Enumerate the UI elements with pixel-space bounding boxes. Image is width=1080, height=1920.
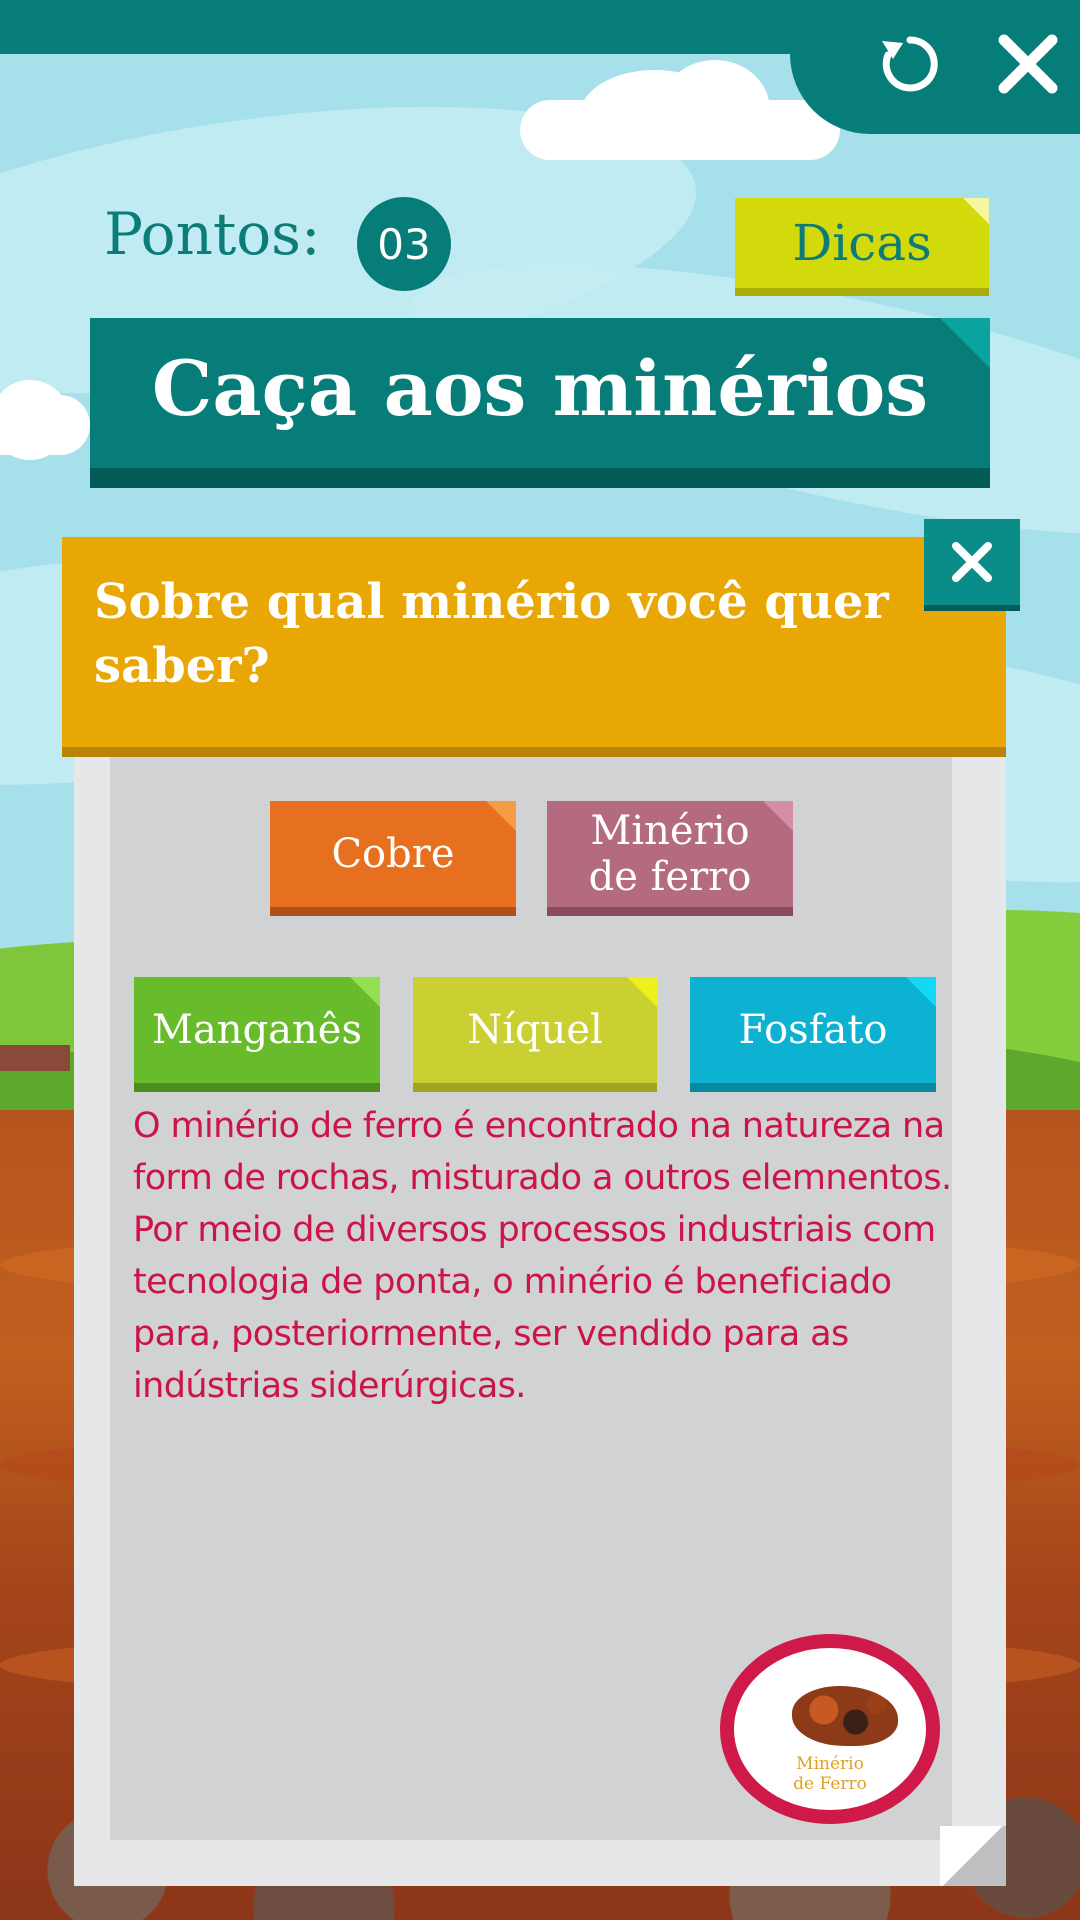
option-manganes-button[interactable]: Manganês <box>134 977 380 1083</box>
option-niquel-button[interactable]: Níquel <box>413 977 657 1083</box>
selected-mineral-label-line1: Minério <box>796 1754 864 1774</box>
mine-cart <box>30 1045 70 1071</box>
close-icon[interactable] <box>988 24 1068 104</box>
iron-ore-rock-icon <box>792 1686 898 1746</box>
selected-mineral-label: Minério de Ferro <box>734 1754 926 1794</box>
paper-fold <box>940 1826 1006 1886</box>
page-title: Caça aos minérios <box>151 343 929 433</box>
option-cobre-button[interactable]: Cobre <box>270 801 516 907</box>
question-text: Sobre qual minério você quer saber? <box>94 574 889 694</box>
restart-icon[interactable] <box>870 24 950 104</box>
mineral-description: O minério de ferro é encontrado na natur… <box>133 1106 952 1406</box>
title-banner: Caça aos minérios <box>90 318 990 468</box>
top-bar-actions <box>790 0 1080 134</box>
option-minerio-de-ferro-button[interactable]: Minério de ferro <box>547 801 793 907</box>
cloud <box>660 60 770 160</box>
option-fosfato-button[interactable]: Fosfato <box>690 977 936 1083</box>
option-minerio-de-ferro-label: Minério de ferro <box>588 808 752 900</box>
hints-button[interactable]: Dicas <box>735 198 989 288</box>
close-icon <box>952 542 992 582</box>
selected-mineral-label-line2: de Ferro <box>793 1774 867 1794</box>
selected-mineral-badge[interactable]: Minério de Ferro <box>720 1634 940 1824</box>
points-badge: 03 <box>357 197 451 291</box>
points-label: Pontos: <box>104 200 321 268</box>
mine-cart <box>0 1045 30 1071</box>
close-panel-button[interactable] <box>924 519 1020 605</box>
